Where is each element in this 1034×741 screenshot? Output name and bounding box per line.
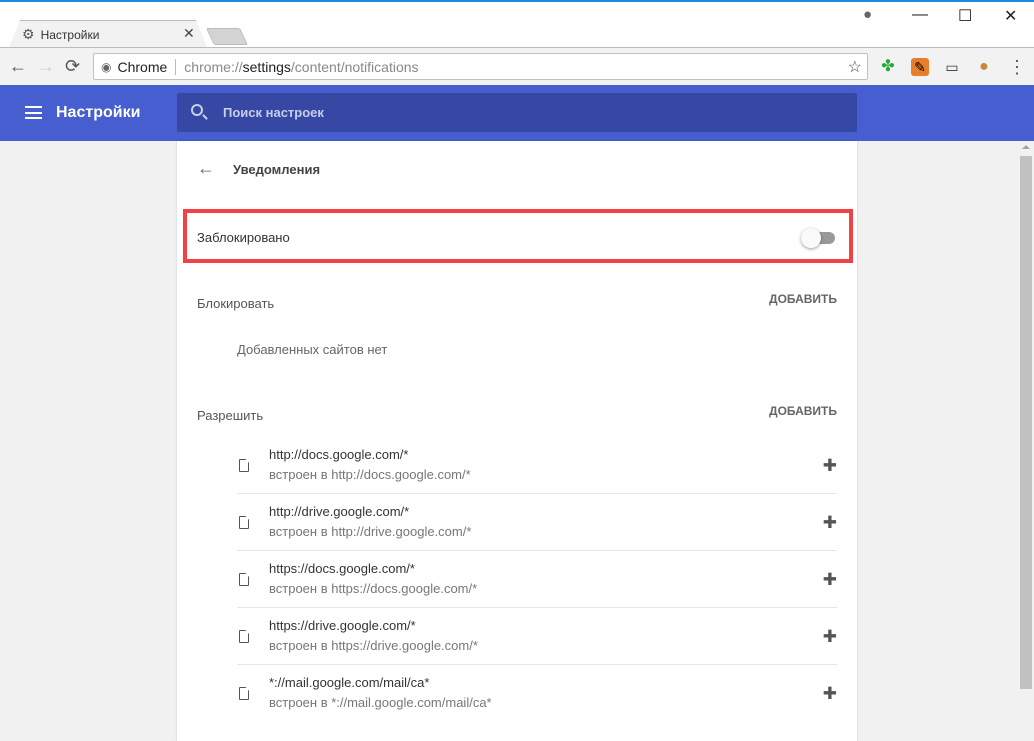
title-bar: ⚙ Настройки ✕ ● — ☐ ✕ [0,0,1034,50]
forward-button[interactable]: → [37,56,55,77]
url-host: settings [242,58,291,75]
url-path: /content/notifications [290,58,419,75]
extension-puzzle-icon[interactable]: ✚ [823,513,837,533]
address-bar[interactable]: ◉ Chrome chrome://settings/content/notif… [93,53,868,80]
blocked-toggle-label: Заблокировано [197,230,290,245]
file-icon [239,573,249,586]
scrollbar-thumb[interactable] [1020,156,1032,689]
site-embedded: встроен в https://docs.google.com/* [269,581,478,596]
toggle-knob[interactable] [801,228,821,248]
list-item[interactable]: https://drive.google.com/* встроен в htt… [237,608,837,665]
list-item[interactable]: https://docs.google.com/* встроен в http… [237,551,837,608]
extension-puzzle-icon[interactable]: ✚ [823,627,837,647]
separator [175,58,177,75]
site-pattern: https://docs.google.com/* [269,561,415,576]
site-embedded: встроен в https://drive.google.com/* [269,638,478,653]
tab-close-button[interactable]: ✕ [183,25,195,42]
extension-puzzle-icon[interactable]: ✚ [823,570,837,590]
site-pattern: *://mail.google.com/mail/ca* [269,675,430,690]
extension-orange-icon[interactable]: ✎ [911,58,929,76]
search-placeholder: Поиск настроек [223,105,324,120]
allow-section-label: Разрешить [197,408,264,423]
extension-puzzle-icon[interactable]: ✚ [823,684,837,704]
new-tab-button[interactable] [206,28,248,45]
file-icon [239,459,249,472]
site-pattern: http://drive.google.com/* [269,504,410,519]
back-button[interactable]: ← [9,56,27,77]
list-item[interactable]: http://docs.google.com/* встроен в http:… [237,437,837,494]
allow-add-button[interactable]: ДОБАВИТЬ [769,404,837,418]
file-icon [239,630,249,643]
file-icon [239,516,249,529]
bookmark-star-icon[interactable]: ☆ [848,57,862,77]
site-embedded: встроен в http://docs.google.com/* [269,467,471,482]
tab-label-group: ⚙ Настройки [22,26,99,43]
list-item[interactable]: http://drive.google.com/* встроен в http… [237,494,837,551]
site-embedded: встроен в http://drive.google.com/* [269,524,472,539]
extension-colorful-icon[interactable]: ✤ [879,58,897,76]
hamburger-menu-icon[interactable] [25,106,42,119]
chrome-icon: ◉ [101,59,112,74]
block-section-label: Блокировать [197,296,275,311]
minimize-button[interactable]: — [912,6,928,24]
maximize-button[interactable]: ☐ [958,6,972,26]
search-icon [191,104,203,116]
tab-title: Настройки [40,27,100,42]
gear-icon: ⚙ [22,26,35,42]
block-empty-text: Добавленных сайтов нет [237,342,388,357]
back-arrow-icon[interactable]: ← [197,158,215,179]
header-title: Настройки [56,104,141,121]
site-pattern: http://docs.google.com/* [269,447,409,462]
reload-button[interactable]: ⟳ [65,56,80,77]
cast-icon[interactable]: ▭ [943,58,961,76]
chrome-menu-icon[interactable]: ⋮ [1008,58,1026,76]
cookie-icon[interactable]: ● [975,58,993,76]
list-item[interactable]: *://mail.google.com/mail/ca* встроен в *… [237,665,837,722]
page-title: Уведомления [233,162,321,177]
extension-puzzle-icon[interactable]: ✚ [823,456,837,476]
scrollbar[interactable] [1018,141,1034,741]
file-icon [239,687,249,700]
site-pattern: https://drive.google.com/* [269,618,416,633]
profile-icon[interactable]: ● [863,6,872,23]
site-embedded: встроен в *://mail.google.com/mail/ca* [269,695,492,710]
scroll-up-arrow-icon[interactable] [1022,145,1030,149]
block-add-button[interactable]: ДОБАВИТЬ [769,292,837,306]
settings-search-input[interactable]: Поиск настроек [177,93,857,132]
url-prefix: chrome:// [184,58,243,75]
site-label: Chrome [117,58,168,75]
browser-toolbar: ← → ⟳ ◉ Chrome chrome://settings/content… [0,47,1034,85]
notifications-card: ← Уведомления Заблокировано Блокировать … [177,141,857,741]
close-window-button[interactable]: ✕ [1004,6,1017,26]
settings-header: Настройки Поиск настроек [0,85,1034,141]
